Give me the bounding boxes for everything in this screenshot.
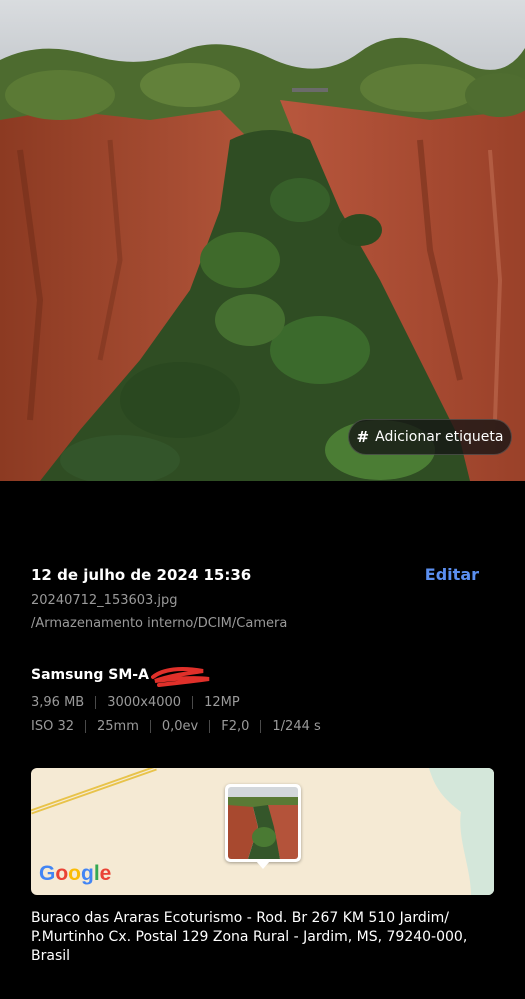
camera-specs: ISO 32 25mm 0,0ev F2,0 1/244 s (31, 719, 321, 734)
focal-length: 25mm (97, 719, 139, 734)
google-logo: Google (39, 862, 112, 885)
location-address[interactable]: Buraco das Araras Ecoturismo - Rod. Br 2… (31, 909, 501, 966)
megapixels: 12MP (204, 695, 240, 710)
add-tag-label: Adicionar etiqueta (375, 429, 504, 445)
device-model: Samsung SM-A (31, 667, 210, 687)
photo-viewer[interactable]: # Adicionar etiqueta (0, 0, 525, 481)
date-row: 12 de julho de 2024 15:36 Editar (31, 565, 479, 584)
file-name: 20240712_153603.jpg (31, 593, 178, 608)
redaction-scribble (150, 667, 210, 687)
marker-pointer (256, 861, 270, 869)
location-map[interactable]: Google (31, 768, 494, 895)
map-photo-marker[interactable] (225, 784, 301, 869)
divider (192, 696, 194, 709)
exposure-value: 0,0ev (161, 719, 199, 734)
hashtag-icon: # (356, 428, 370, 446)
divider (260, 720, 262, 733)
divider (85, 720, 86, 733)
add-tag-button[interactable]: # Adicionar etiqueta (348, 419, 512, 455)
date-time: 12 de julho de 2024 15:36 (31, 565, 252, 584)
sinkhole-photo (0, 0, 525, 481)
shutter-speed: 1/244 s (272, 719, 321, 734)
device-name: Samsung SM-A (31, 667, 149, 683)
divider (95, 696, 97, 709)
iso: ISO 32 (31, 719, 74, 734)
details-panel: 12 de julho de 2024 15:36 Editar 2024071… (0, 481, 525, 999)
divider (149, 720, 151, 733)
edit-button[interactable]: Editar (425, 565, 479, 584)
divider (209, 720, 211, 733)
marker-thumbnail (228, 787, 298, 859)
aperture: F2,0 (221, 719, 250, 734)
file-path: /Armazenamento interno/DCIM/Camera (31, 616, 288, 631)
file-size: 3,96 MB (31, 695, 85, 710)
resolution: 3000x4000 (107, 695, 182, 710)
file-specs: 3,96 MB 3000x4000 12MP (31, 695, 240, 710)
